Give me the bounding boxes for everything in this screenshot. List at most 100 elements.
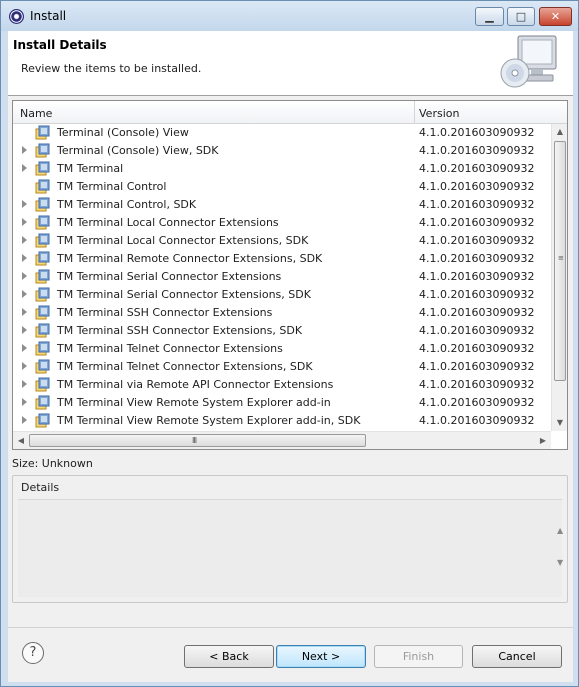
minimize-button[interactable]: ▁ — [475, 7, 504, 26]
table-row[interactable]: TM Terminal via Remote API Connector Ext… — [13, 376, 551, 394]
row-name: TM Terminal — [57, 162, 124, 175]
next-button[interactable]: Next > — [276, 645, 366, 668]
row-name: TM Terminal View Remote System Explorer … — [57, 414, 361, 427]
horizontal-scrollbar[interactable]: ◀ III ▶ — [13, 431, 551, 449]
expand-arrow-icon[interactable] — [22, 362, 27, 370]
row-version: 4.1.0.201603090932 — [419, 216, 535, 229]
feature-plugin-icon — [35, 395, 50, 410]
vertical-scroll-thumb[interactable]: ≡ — [554, 141, 566, 381]
feature-plugin-icon — [35, 305, 50, 320]
feature-plugin-icon — [35, 251, 50, 266]
table-row[interactable]: TM Terminal Local Connector Extensions 4.… — [13, 214, 551, 232]
column-header-version[interactable]: Version — [419, 107, 459, 120]
feature-plugin-icon — [35, 161, 50, 176]
row-name: Terminal (Console) View — [57, 126, 189, 139]
scroll-left-icon[interactable]: ◀ — [13, 432, 29, 449]
row-name: TM Terminal Serial Connector Extensions — [57, 270, 282, 283]
expand-arrow-icon[interactable] — [22, 146, 27, 154]
row-version: 4.1.0.201603090932 — [419, 234, 535, 247]
grip-icon: III — [192, 436, 197, 445]
expand-arrow-icon[interactable] — [22, 326, 27, 334]
vertical-scrollbar[interactable]: ▲ ≡ ▼ — [551, 124, 567, 431]
table-row[interactable]: TM Terminal Control 4.1.0.201603090932 — [13, 178, 551, 196]
table-row[interactable]: TM Terminal SSH Connector Extensions, SD… — [13, 322, 551, 340]
expand-arrow-icon[interactable] — [22, 254, 27, 262]
table-row[interactable]: TM Terminal Remote Connector Extensions,… — [13, 250, 551, 268]
column-divider[interactable] — [414, 101, 415, 124]
back-button[interactable]: < Back — [184, 645, 274, 668]
expand-arrow-icon[interactable] — [22, 398, 27, 406]
table-row[interactable]: TM Terminal View Remote System Explorer … — [13, 394, 551, 412]
table-row[interactable]: TM Terminal Local Connector Extensions, … — [13, 232, 551, 250]
feature-plugin-icon — [35, 269, 50, 284]
horizontal-scroll-thumb[interactable]: III — [29, 434, 366, 447]
scroll-right-icon[interactable]: ▶ — [535, 432, 551, 449]
details-text-area[interactable]: ▲ ▼ — [18, 499, 563, 597]
expand-arrow-icon[interactable] — [22, 290, 27, 298]
feature-plugin-icon — [35, 287, 50, 302]
title-bar[interactable]: Install ▁ □ ✕ — [1, 1, 578, 31]
row-version: 4.1.0.201603090932 — [419, 306, 535, 319]
grip-icon: ≡ — [558, 254, 564, 262]
table-row[interactable]: TM Terminal Telnet Connector Extensions 4… — [13, 340, 551, 358]
footer-separator — [8, 627, 573, 628]
expand-arrow-icon[interactable] — [22, 272, 27, 280]
expand-arrow-icon[interactable] — [22, 380, 27, 388]
column-header-name[interactable]: Name — [20, 107, 52, 120]
expand-arrow-icon[interactable] — [22, 164, 27, 172]
row-name: TM Terminal SSH Connector Extensions, SD… — [57, 324, 303, 337]
finish-button[interactable]: Finish — [374, 645, 463, 668]
expand-arrow-icon[interactable] — [22, 200, 27, 208]
table-row[interactable]: TM Terminal Telnet Connector Extensions,… — [13, 358, 551, 376]
table-row[interactable]: Terminal (Console) View 4.1.0.20160309093… — [13, 124, 551, 142]
details-scroll-up-icon[interactable]: ▲ — [557, 526, 563, 535]
table-row[interactable]: TM Terminal View Remote System Explorer … — [13, 412, 551, 430]
feature-plugin-icon — [35, 341, 50, 356]
row-version: 4.1.0.201603090932 — [419, 198, 535, 211]
row-name: TM Terminal via Remote API Connector Ext… — [57, 378, 334, 391]
feature-plugin-icon — [35, 197, 50, 212]
expand-arrow-icon[interactable] — [22, 308, 27, 316]
row-name: TM Terminal Remote Connector Extensions,… — [57, 252, 323, 265]
row-version: 4.1.0.201603090932 — [419, 144, 535, 157]
table-row[interactable]: Terminal (Console) View, SDK 4.1.0.201603… — [13, 142, 551, 160]
page-title: Install Details — [13, 38, 107, 52]
window-title: Install — [30, 9, 67, 23]
close-button[interactable]: ✕ — [539, 7, 572, 26]
row-version: 4.1.0.201603090932 — [419, 414, 535, 427]
table-row[interactable]: TM Terminal 4.1.0.201603090932 — [13, 160, 551, 178]
expand-arrow-icon[interactable] — [22, 218, 27, 226]
feature-plugin-icon — [35, 215, 50, 230]
row-version: 4.1.0.201603090932 — [419, 396, 535, 409]
monitor-cd-icon — [500, 35, 557, 88]
row-version: 4.1.0.201603090932 — [419, 324, 535, 337]
page-description: Review the items to be installed. — [21, 62, 202, 75]
install-items-table[interactable]: Name Version Terminal (Console) View 4.1.… — [12, 100, 568, 450]
install-window: Install ▁ □ ✕ Install Details Review the… — [0, 0, 579, 687]
row-name: TM Terminal Control — [57, 180, 167, 193]
cancel-button[interactable]: Cancel — [472, 645, 562, 668]
maximize-button[interactable]: □ — [507, 7, 535, 26]
help-button[interactable]: ? — [22, 642, 44, 664]
row-version: 4.1.0.201603090932 — [419, 378, 535, 391]
row-name: TM Terminal View Remote System Explorer … — [57, 396, 331, 409]
table-row[interactable]: TM Terminal Serial Connector Extensions,… — [13, 286, 551, 304]
scroll-down-icon[interactable]: ▼ — [552, 415, 568, 431]
row-version: 4.1.0.201603090932 — [419, 252, 535, 265]
expand-arrow-icon[interactable] — [22, 236, 27, 244]
expand-arrow-icon[interactable] — [22, 344, 27, 352]
row-version: 4.1.0.201603090932 — [419, 288, 535, 301]
row-version: 4.1.0.201603090932 — [419, 270, 535, 283]
feature-plugin-icon — [35, 323, 50, 338]
row-version: 4.1.0.201603090932 — [419, 180, 535, 193]
details-scroll-down-icon[interactable]: ▼ — [557, 558, 563, 567]
table-row[interactable]: TM Terminal Control, SDK 4.1.0.2016030909… — [13, 196, 551, 214]
table-body: Terminal (Console) View 4.1.0.20160309093… — [13, 124, 551, 431]
row-name: TM Terminal Local Connector Extensions, … — [57, 234, 309, 247]
row-name: TM Terminal Telnet Connector Extensions,… — [57, 360, 313, 373]
scroll-up-icon[interactable]: ▲ — [552, 124, 568, 140]
table-row[interactable]: TM Terminal Serial Connector Extensions 4… — [13, 268, 551, 286]
table-row[interactable]: TM Terminal SSH Connector Extensions 4.1.… — [13, 304, 551, 322]
expand-arrow-icon[interactable] — [22, 416, 27, 424]
wizard-header: Install Details Review the items to be i… — [8, 31, 573, 96]
